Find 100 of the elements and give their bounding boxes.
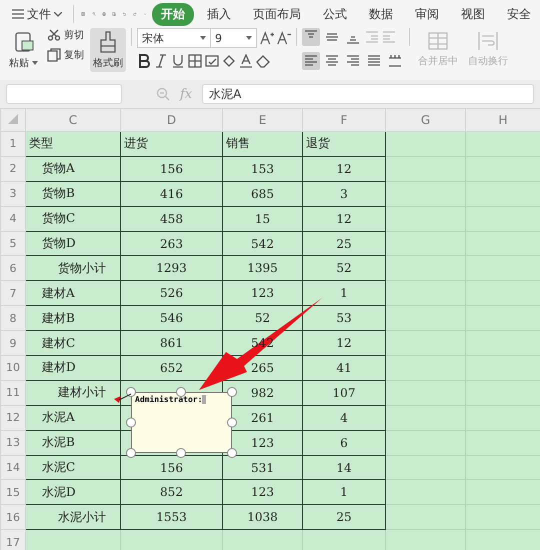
table-cell: 销售 [226, 136, 250, 150]
paste-button[interactable]: 粘贴 [6, 28, 41, 72]
table-cell: 685 [251, 186, 274, 201]
table-cell: 107 [332, 386, 356, 400]
table-cell: 货物小计 [58, 260, 106, 275]
table-cell: 546 [160, 311, 183, 326]
table-cell: 退货 [306, 136, 330, 150]
align-button[interactable] [302, 28, 320, 46]
underline-icon[interactable] [171, 54, 185, 68]
row-header[interactable]: 16 [0, 504, 26, 530]
row-header[interactable]: 7 [0, 280, 26, 306]
ribbon-tab[interactable]: 开始 [152, 2, 194, 26]
table-cell: 542 [251, 236, 274, 250]
align-button[interactable] [302, 52, 320, 70]
ribbon-tab[interactable]: 视图 [452, 2, 494, 26]
text-cursor [202, 395, 206, 404]
table-cell: 861 [160, 336, 183, 350]
table-cell: 水泥B [42, 435, 75, 450]
ribbon-tab[interactable]: 公式 [314, 2, 356, 26]
ribbon-tab[interactable]: 数据 [360, 2, 402, 26]
ribbon-tab[interactable]: 安全 [498, 2, 540, 26]
ribbon-tab[interactable]: 插入 [198, 2, 240, 26]
table-cell: 6 [340, 436, 348, 450]
table-cell: 263 [160, 236, 183, 250]
table-cell: 52 [254, 311, 270, 326]
row-header[interactable]: 10 [0, 356, 26, 380]
table-cell: 14 [336, 460, 352, 475]
font-size-field[interactable]: 9 [211, 28, 257, 48]
table-cell: 1293 [156, 261, 187, 276]
table-cell: 货物A [42, 161, 75, 176]
decrease-font-icon[interactable] [277, 31, 291, 45]
cell-style-icon[interactable] [205, 54, 219, 68]
copy-button[interactable]: 复制 [45, 48, 86, 62]
function-button[interactable]: fx [180, 86, 192, 102]
table-cell: 1395 [247, 261, 278, 276]
row-header[interactable]: 1 [0, 132, 26, 156]
font-name-field[interactable]: 宋体 [137, 28, 211, 48]
table-cell: 982 [251, 386, 274, 400]
table-cell: 25 [336, 510, 352, 524]
italic-icon[interactable] [154, 54, 168, 68]
align-lines-icon [346, 54, 360, 68]
row-header[interactable]: 9 [0, 330, 26, 356]
table-cell: 建材B [42, 310, 75, 325]
table-cell: 531 [251, 460, 274, 475]
row-header[interactable]: 14 [0, 455, 26, 480]
table-cell: 1 [340, 286, 348, 300]
comment-box[interactable]: Administrator: [131, 392, 232, 453]
row-header[interactable]: 5 [0, 231, 26, 256]
row-header[interactable]: 15 [0, 480, 26, 505]
cut-button[interactable]: 剪切 [45, 28, 86, 42]
row-header[interactable]: 13 [0, 430, 26, 456]
align-lines-icon [304, 54, 318, 68]
row-header[interactable]: 11 [0, 380, 26, 406]
table-cell: 货物D [42, 236, 76, 250]
table-cell: 156 [160, 460, 183, 475]
table-cell: 1553 [156, 510, 187, 524]
increase-font-icon[interactable] [260, 31, 274, 45]
format-painter-button[interactable]: 格式刷 [90, 28, 126, 72]
row-header[interactable]: 4 [0, 206, 26, 232]
scissors-icon [47, 28, 61, 42]
column-header[interactable]: F [302, 108, 386, 132]
row-header[interactable]: 6 [0, 256, 26, 281]
comment-author: Administrator: [135, 395, 202, 404]
row-header[interactable]: 17 [0, 530, 26, 550]
column-header[interactable]: C [26, 108, 120, 132]
table-cell: 458 [160, 212, 183, 226]
table-cell: 25 [336, 236, 352, 250]
row-header[interactable]: 3 [0, 181, 26, 206]
align-lines-icon [367, 54, 381, 68]
table-cell: 3 [340, 186, 348, 201]
table-cell: 1 [340, 485, 348, 500]
font-color-icon[interactable] [239, 54, 253, 68]
table-cell: 水泥A [42, 410, 75, 424]
table-cell: 15 [254, 212, 270, 226]
column-header[interactable]: H [466, 108, 540, 132]
column-header[interactable]: E [222, 108, 302, 132]
row-header[interactable]: 8 [0, 306, 26, 331]
ribbon-tab[interactable]: 页面布局 [244, 2, 310, 26]
column-header[interactable]: G [386, 108, 466, 132]
table-cell: 12 [336, 162, 352, 176]
column-header[interactable]: D [120, 108, 222, 132]
table-cell: 526 [160, 286, 183, 300]
caret-icon [200, 36, 206, 40]
table-cell: 123 [251, 485, 274, 500]
bold-icon[interactable] [137, 54, 151, 68]
table-cell: 41 [336, 360, 352, 375]
table-cell: 12 [336, 212, 352, 226]
copy-icon [47, 48, 61, 62]
row-header[interactable]: 2 [0, 156, 26, 182]
ribbon-tab[interactable]: 审阅 [406, 2, 448, 26]
table-cell: 进货 [124, 136, 148, 150]
formula-field[interactable]: 水泥A [202, 84, 534, 104]
table-cell: 水泥D [42, 484, 76, 499]
row-header[interactable]: 12 [0, 405, 26, 430]
file-menu-button[interactable]: 文件 [8, 4, 66, 24]
wrap-text-icon [477, 30, 499, 52]
table-cell: 852 [160, 485, 183, 500]
border-icon[interactable] [188, 54, 202, 68]
align-lines-icon [388, 54, 402, 68]
chevron-down-icon [54, 12, 62, 16]
